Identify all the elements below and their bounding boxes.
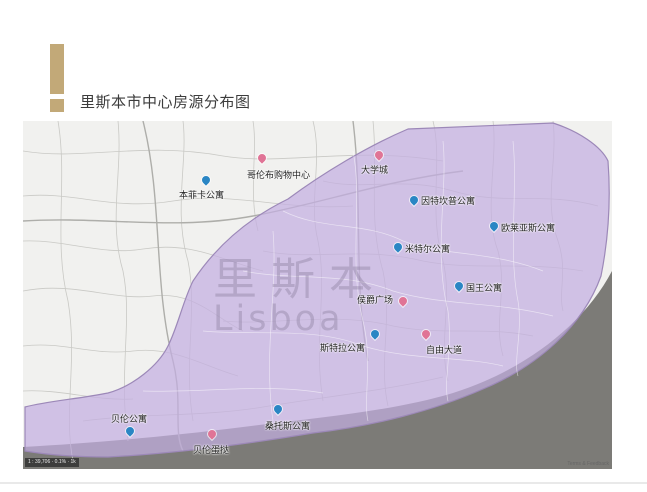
apartment-label: 国王公寓 [466, 283, 503, 293]
map-view[interactable]: 里斯本 Lisboa 本菲卡公寓 因特坎普公寓 欧莱亚斯公寓 米特尔公寓 国王公… [23, 121, 612, 469]
apartment-label: 本菲卡公寓 [179, 190, 225, 200]
apartment-label: 斯特拉公寓 [320, 343, 366, 353]
apartment-label: 欧莱亚斯公寓 [501, 223, 556, 233]
apartment-label: 桑托斯公寓 [265, 421, 311, 431]
watermark-city-en: Lisboa [213, 299, 344, 339]
map-attribution[interactable]: Terms & Feedback [567, 461, 609, 467]
title-accent-bar [50, 44, 64, 94]
page-title: 里斯本市中心房源分布图 [80, 94, 251, 111]
title-accent-dot [50, 99, 64, 112]
landmark-label: 哥伦布购物中心 [247, 170, 311, 180]
apartment-label: 米特尔公寓 [405, 244, 451, 254]
landmark-label: 自由大道 [426, 345, 463, 355]
landmark-label: 贝伦蛋挞 [193, 445, 230, 455]
apartment-label: 因特坎普公寓 [421, 196, 476, 206]
map-scale-bar: 1 : 39,706 · 0.1% · 1k [25, 458, 79, 467]
landmark-label: 侯爵广场 [357, 295, 394, 305]
footer-divider [0, 482, 647, 484]
apartment-label: 贝伦公寓 [111, 414, 148, 424]
landmark-label: 大学城 [361, 165, 389, 175]
